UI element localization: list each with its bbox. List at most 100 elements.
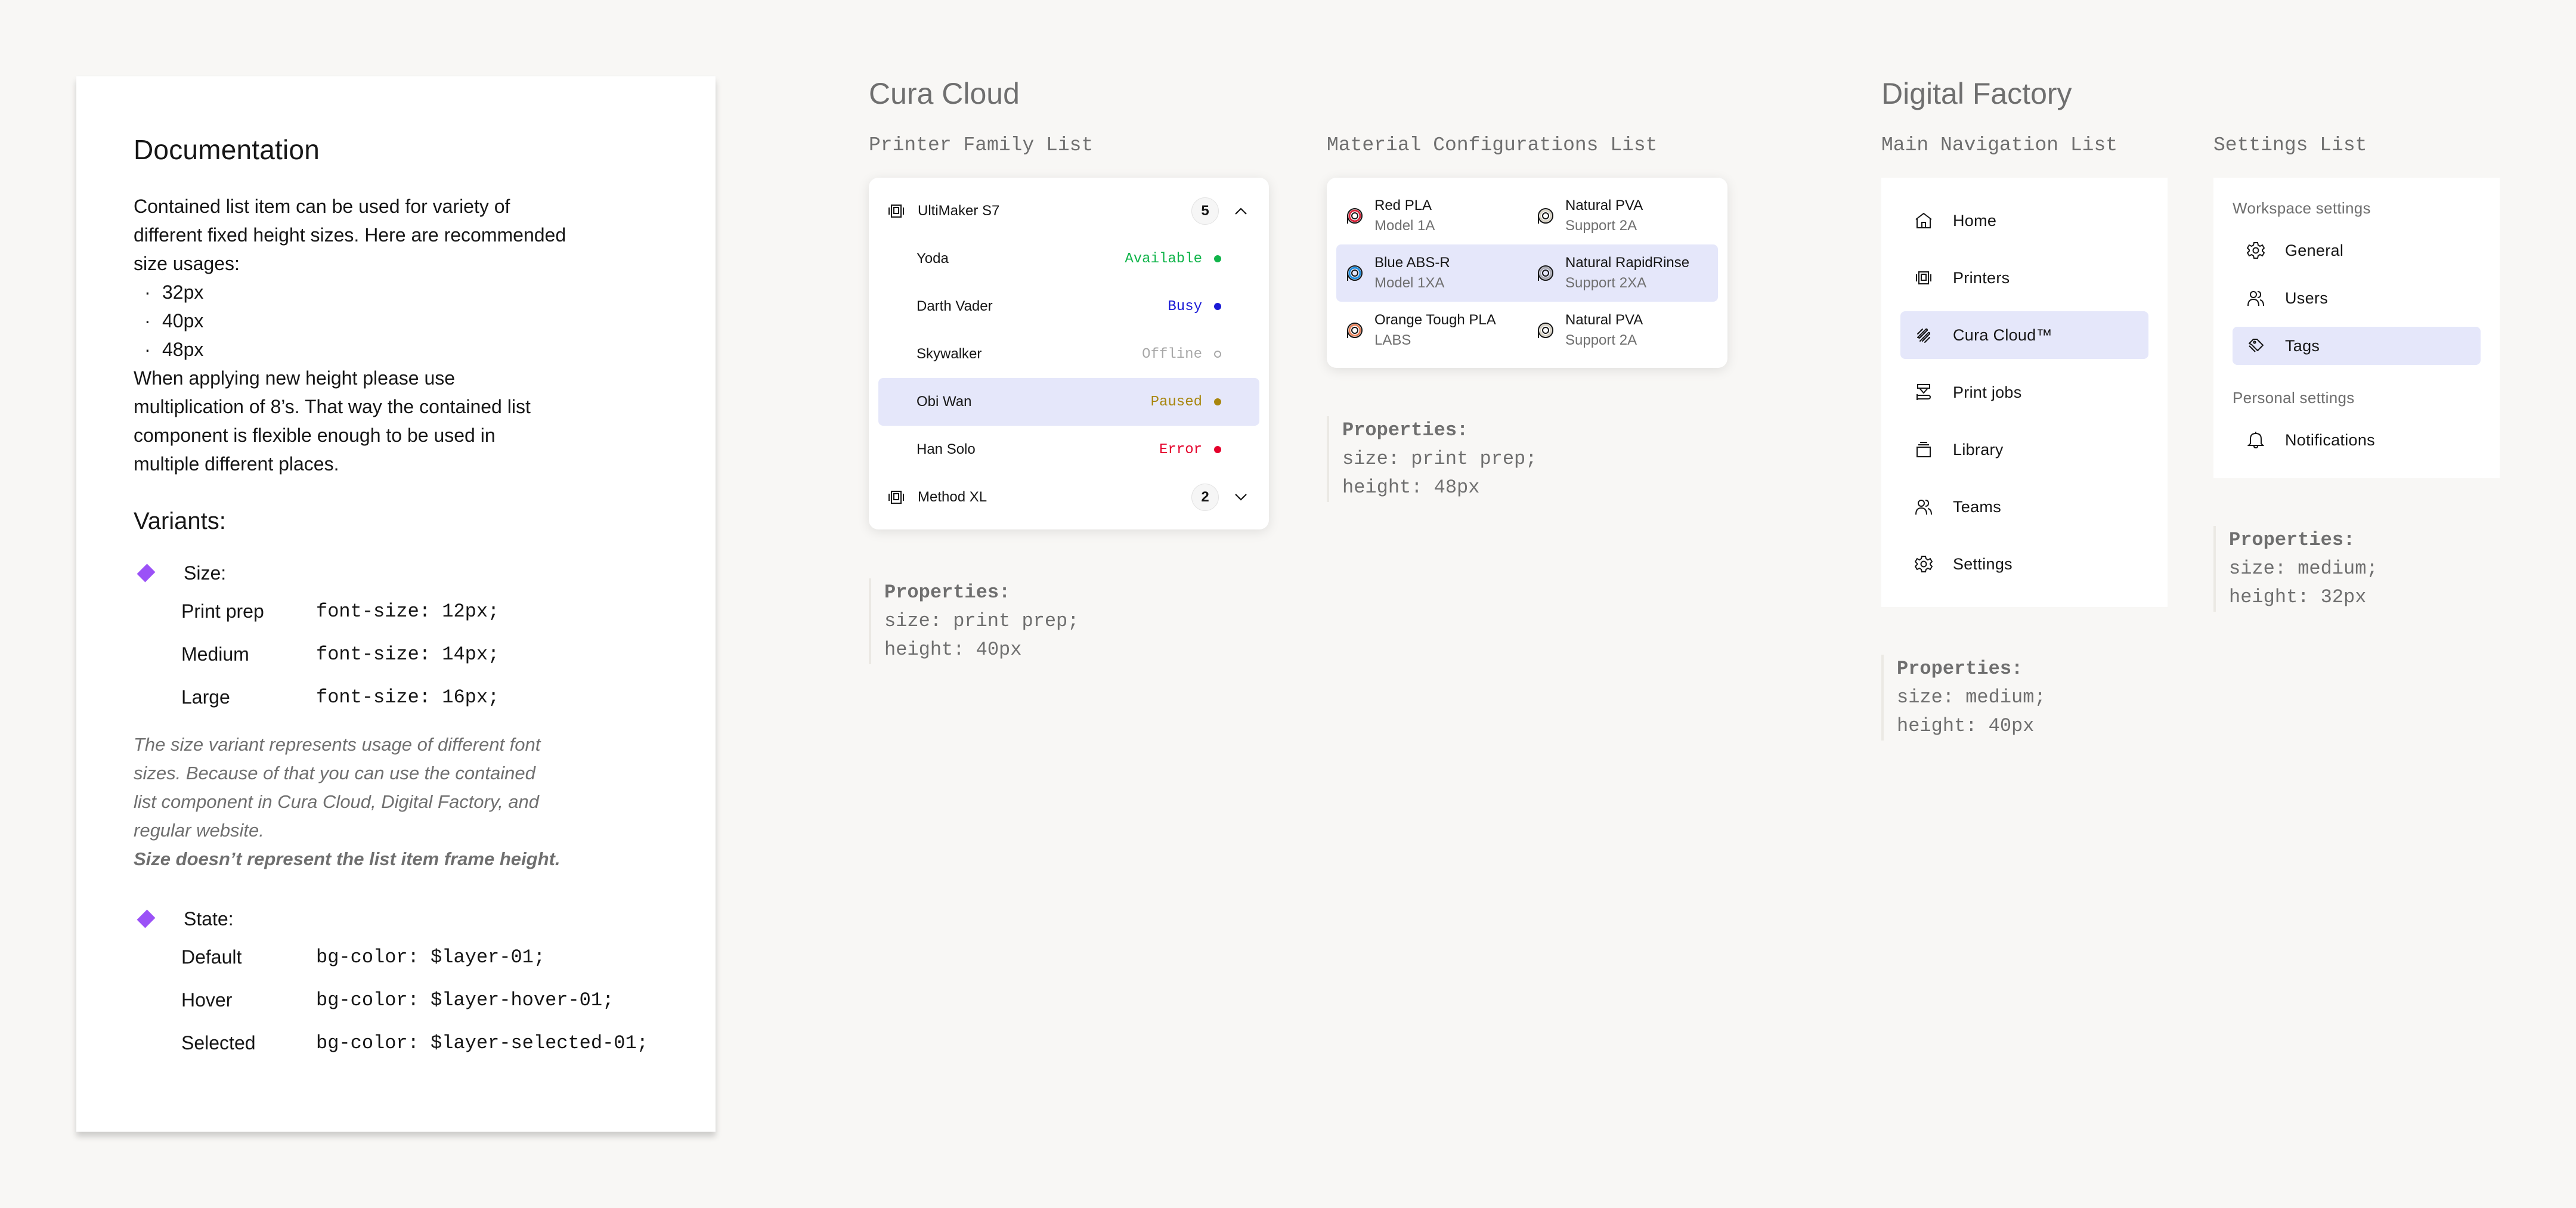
spool-icon (1346, 207, 1364, 225)
settings-item-notifications[interactable]: Notifications (2233, 421, 2481, 459)
settings-group-label: Personal settings (2233, 389, 2355, 407)
nav-item-teams[interactable]: Teams (1900, 483, 2148, 531)
material-name: Natural PVA (1565, 312, 1643, 328)
size-usage-value: 32px (162, 281, 204, 303)
properties-heading: Properties: (1897, 658, 2023, 680)
size-variant-label: Size: (184, 562, 227, 584)
size-usage-item: · 32px (134, 278, 658, 306)
material-name: Natural PVA (1565, 197, 1643, 213)
state-variant-header: State: (134, 902, 658, 936)
state-variant-label: State: (184, 907, 234, 930)
properties-height: height: 40px (884, 639, 1022, 661)
settings-item-users[interactable]: Users (2233, 279, 2481, 317)
properties-heading: Properties: (884, 581, 1011, 603)
printer-icon (1915, 269, 1933, 287)
material-slot: Support 2XA (1565, 275, 1647, 291)
size-usage-item: · 40px (134, 306, 658, 335)
status-dot-outline-icon (1214, 351, 1221, 358)
variant-name: Default (181, 946, 242, 968)
variants-title: Variants: (134, 508, 226, 534)
gear-icon (1915, 555, 1933, 573)
material-slot: Model 1XA (1374, 275, 1445, 291)
bullet: · (144, 339, 151, 360)
printer-list-item[interactable]: Skywalker Offline (878, 330, 1259, 378)
properties-height: height: 48px (1342, 476, 1480, 498)
settings-list: Workspace settings General Users Tags Pe… (2213, 178, 2500, 478)
print-job-icon (1915, 383, 1933, 401)
nav-item-printers[interactable]: Printers (1900, 254, 2148, 302)
printer-list-item[interactable]: Yoda Available (878, 235, 1259, 283)
printer-family-name: Method XL (918, 489, 987, 505)
spool-icon (1537, 264, 1555, 282)
variant-name: Print prep (181, 600, 264, 622)
chevron-up-icon[interactable] (1232, 202, 1250, 220)
cura-cloud-title: Cura Cloud (869, 77, 1020, 110)
cura-cloud-icon (1915, 326, 1933, 344)
note-line: list component in Cura Cloud, Digital Fa… (134, 791, 540, 812)
nav-item-cura-cloud[interactable]: Cura Cloud™ (1900, 311, 2148, 359)
state-variant-rows: Default bg-color: $layer-01; Hover bg-colo… (181, 936, 658, 1064)
material-item[interactable]: Orange Tough PLA LABS (1336, 302, 1527, 359)
variant-name: Large (181, 686, 230, 708)
intro-line: different fixed height sizes. Here are r… (134, 224, 566, 246)
size-variant-header: Size: (134, 556, 658, 590)
count-badge: 5 (1191, 197, 1219, 225)
printer-icon (888, 489, 905, 506)
material-item[interactable]: Red PLA Model 1A (1336, 187, 1527, 244)
properties-height: height: 40px (1897, 715, 2035, 737)
status-dot-icon (1214, 446, 1221, 453)
documentation-card: Documentation Contained list item can be… (76, 76, 716, 1132)
printer-family-header[interactable]: Method XL 2 (878, 473, 1259, 521)
variant-name: Hover (181, 989, 233, 1011)
status-dot-icon (1214, 398, 1221, 405)
nav-item-settings[interactable]: Settings (1900, 540, 2148, 588)
nav-label: Home (1953, 211, 1997, 230)
printer-list-item[interactable]: Darth Vader Busy (878, 283, 1259, 330)
printer-name: Han Solo (917, 441, 976, 457)
material-row[interactable]: Red PLA Model 1A Natural PVA Support 2A (1336, 187, 1718, 244)
note-line: The size variant represents usage of dif… (134, 734, 541, 755)
users-icon (1915, 498, 1933, 516)
printer-list-item-selected[interactable]: Obi Wan Paused (878, 378, 1259, 426)
size-variant-row: Large font-size: 16px; (181, 676, 658, 718)
spool-icon (1537, 321, 1555, 339)
status-label: Available (1125, 250, 1202, 267)
nav-item-library[interactable]: Library (1900, 426, 2148, 473)
material-row[interactable]: Orange Tough PLA LABS Natural PVA Support … (1336, 302, 1718, 359)
documentation-title: Documentation (134, 134, 320, 165)
size-variant-row: Print prep font-size: 12px; (181, 590, 658, 633)
nav-item-print-jobs[interactable]: Print jobs (1900, 368, 2148, 416)
note-emphasis: Size doesn’t represent the list item fra… (134, 848, 561, 869)
variant-value: bg-color: $layer-01; (316, 946, 546, 968)
printer-family-properties: Properties: size: print prep; height: 40… (869, 578, 1079, 664)
material-item[interactable]: Natural RapidRinse Support 2XA (1527, 244, 1718, 302)
nav-label: Cura Cloud™ (1953, 326, 2052, 344)
nav-item-home[interactable]: Home (1900, 197, 2148, 244)
printer-family-header[interactable]: UltiMaker S7 5 (878, 187, 1259, 235)
size-variant-note: The size variant represents usage of dif… (134, 730, 658, 874)
printer-family-name: UltiMaker S7 (918, 203, 1000, 219)
chevron-down-icon[interactable] (1232, 488, 1250, 506)
status-label: Offline (1142, 346, 1202, 363)
main-navigation-list: Home Printers Cura Cloud™ Print jobs Lib… (1881, 178, 2168, 607)
material-item[interactable]: Natural PVA Support 2A (1527, 187, 1718, 244)
material-slot: Support 2A (1565, 332, 1637, 348)
printer-list-item[interactable]: Han Solo Error (878, 426, 1259, 473)
variant-name: Selected (181, 1032, 256, 1054)
material-item[interactable]: Natural PVA Support 2A (1527, 302, 1718, 359)
spool-icon (1346, 321, 1364, 339)
settings-item-general[interactable]: General (2233, 231, 2481, 270)
size-usage-item: · 48px (134, 335, 658, 364)
printer-name: Darth Vader (917, 298, 993, 314)
gear-icon (2247, 241, 2265, 259)
variant-value: font-size: 14px; (316, 643, 500, 665)
nav-label: Printers (1953, 268, 2010, 287)
printer-name: Yoda (917, 250, 949, 267)
material-slot: Support 2A (1565, 218, 1637, 234)
variant-value: bg-color: $layer-hover-01; (316, 989, 614, 1011)
material-item[interactable]: Blue ABS-R Model 1XA (1336, 244, 1527, 302)
settings-item-tags[interactable]: Tags (2233, 327, 2481, 365)
properties-size: size: print prep; (884, 610, 1079, 632)
properties-heading: Properties: (2229, 529, 2355, 551)
material-row-selected[interactable]: Blue ABS-R Model 1XA Natural RapidRinse Su… (1336, 244, 1718, 302)
